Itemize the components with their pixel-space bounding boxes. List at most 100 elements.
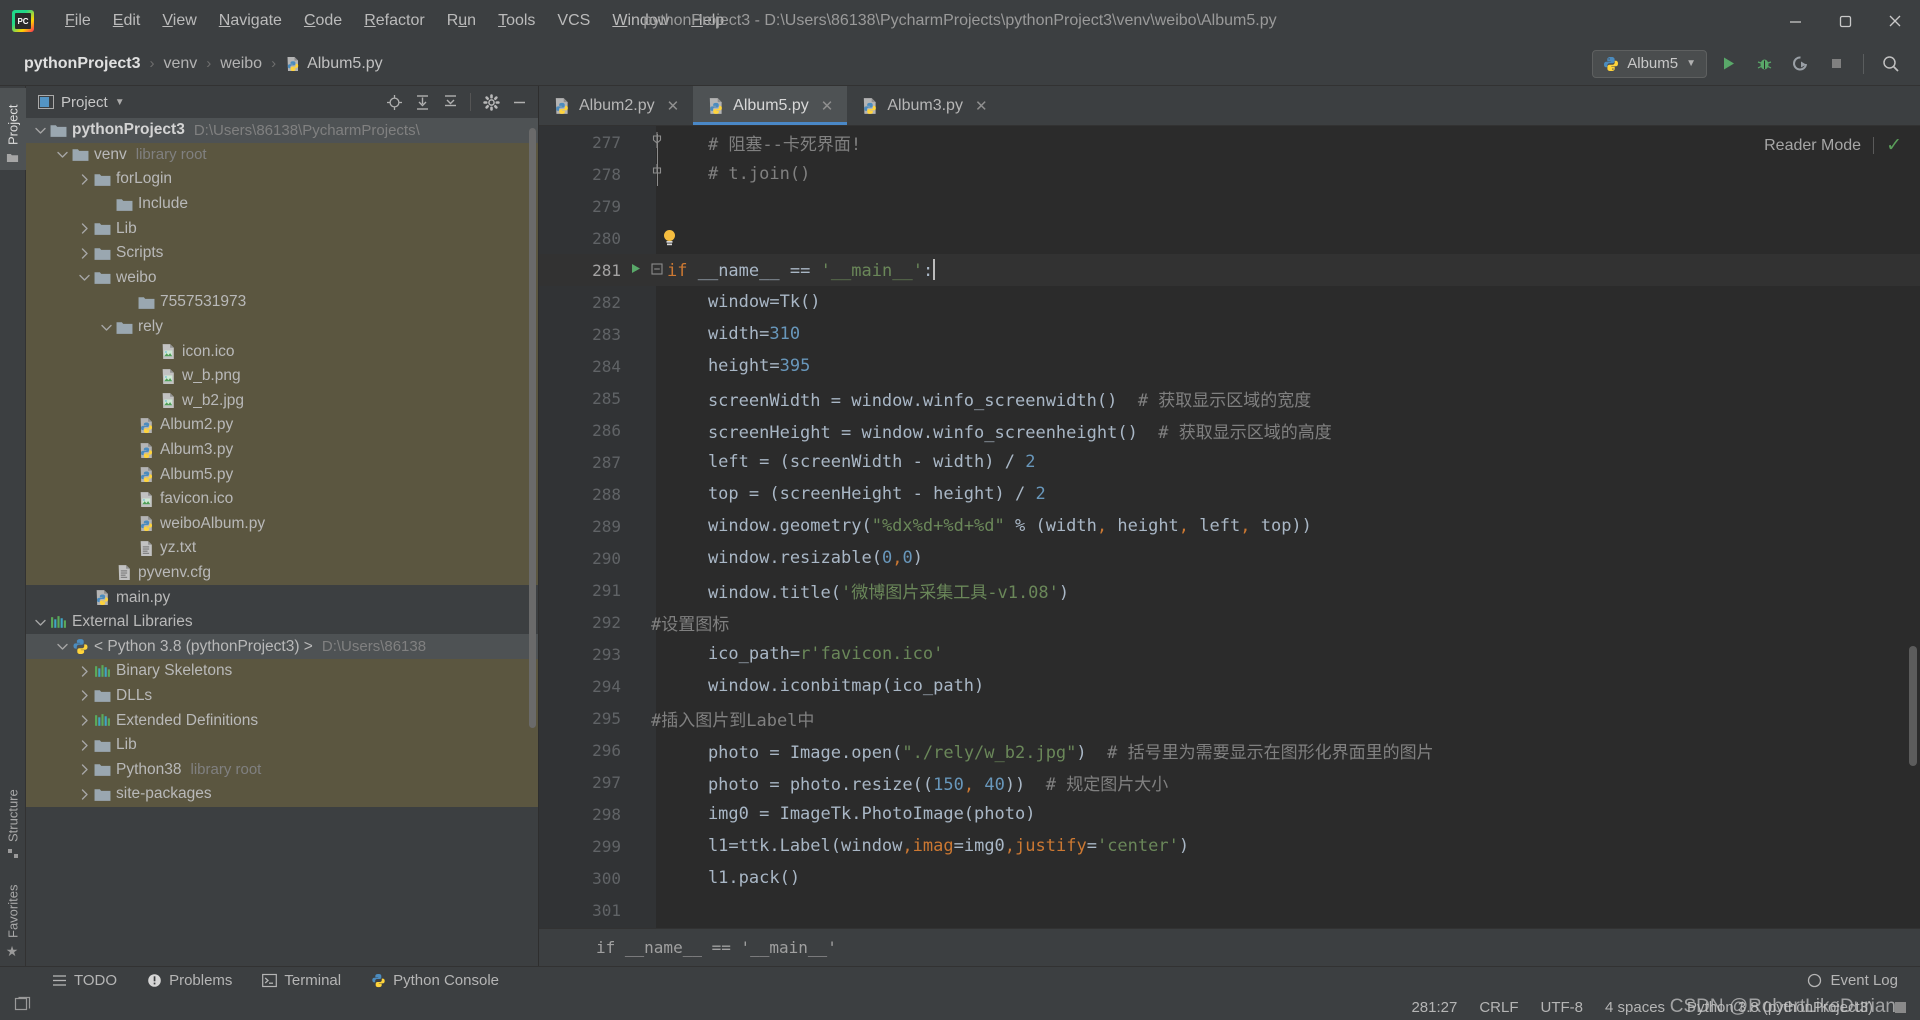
tree-node[interactable]: Album2.py <box>26 413 538 438</box>
chevron-right-icon[interactable] <box>78 788 91 801</box>
close-icon[interactable]: ✕ <box>667 97 680 115</box>
code-line[interactable]: 285 screenWidth = window.winfo_screenwid… <box>539 382 1920 414</box>
line-separator[interactable]: CRLF <box>1479 999 1518 1016</box>
tool-tab-project[interactable]: Project <box>0 88 26 170</box>
run-line-gutter-icon[interactable] <box>627 260 643 280</box>
code-line[interactable]: 291 window.title('微博图片采集工具-v1.08') <box>539 574 1920 606</box>
tree-node[interactable]: < Python 3.8 (pythonProject3) > D:\Users\… <box>26 634 538 660</box>
code-line[interactable]: 290 window.resizable(0,0) <box>539 542 1920 574</box>
caret-position[interactable]: 281:27 <box>1411 999 1457 1016</box>
menu-item-refactor[interactable]: Refactor <box>353 8 435 34</box>
menu-item-run[interactable]: Run <box>436 8 487 34</box>
minimize-button[interactable] <box>1770 0 1820 42</box>
project-panel-title[interactable]: Project ▼ <box>38 94 125 111</box>
tree-node[interactable]: venv library root <box>26 142 538 168</box>
tree-node[interactable]: Python38 library root <box>26 757 538 783</box>
tree-node[interactable]: pyvenv.cfg <box>26 560 538 586</box>
chevron-down-icon[interactable] <box>56 640 69 653</box>
code-line[interactable]: 277 # 阻塞--卡死界面! <box>539 126 1920 158</box>
hide-panel-icon[interactable] <box>506 89 532 115</box>
tool-window-todo[interactable]: TODO <box>48 970 121 991</box>
tool-tab-structure[interactable]: Structure <box>0 770 26 866</box>
tree-node[interactable]: DLLs <box>26 683 538 709</box>
tree-node[interactable]: favicon.ico <box>26 486 538 512</box>
code-line[interactable]: 282 window=Tk() <box>539 286 1920 318</box>
close-icon[interactable]: ✕ <box>821 97 834 115</box>
code-line[interactable]: 296 photo = Image.open("./rely/w_b2.jpg"… <box>539 734 1920 766</box>
file-encoding[interactable]: UTF-8 <box>1541 999 1584 1016</box>
editor-tab-album5-py[interactable]: Album5.py ✕ <box>693 86 848 125</box>
intention-bulb-icon[interactable] <box>661 228 678 248</box>
breadcrumb-item-file[interactable]: Album5.py <box>285 55 383 73</box>
close-button[interactable] <box>1870 0 1920 42</box>
open-tool-windows-icon[interactable] <box>14 996 31 1018</box>
menu-item-file[interactable]: File <box>54 8 102 34</box>
code-line[interactable]: 289 window.geometry("%dx%d+%d+%d" % (wid… <box>539 510 1920 542</box>
code-line[interactable]: 287 left = (screenWidth - width) / 2 <box>539 446 1920 478</box>
indent-setting[interactable]: 4 spaces <box>1605 999 1665 1016</box>
tree-node[interactable]: 7557531973 <box>26 290 538 315</box>
code-editor[interactable]: 277 # 阻塞--卡死界面! 278 # t.join() 279 280 281 if… <box>539 126 1920 966</box>
breadcrumb-item-venv[interactable]: venv <box>163 55 197 73</box>
search-everywhere-icon[interactable] <box>1876 49 1906 79</box>
editor-vertical-scroll-thumb[interactable] <box>1909 646 1917 766</box>
run-configuration-selector[interactable]: Album5 ▼ <box>1592 49 1707 78</box>
code-line[interactable]: 284 height=395 <box>539 350 1920 382</box>
editor-tab-album3-py[interactable]: Album3.py ✕ <box>847 86 1002 125</box>
code-line[interactable]: 288 top = (screenHeight - height) / 2 <box>539 478 1920 510</box>
tree-node[interactable]: site-packages <box>26 782 538 807</box>
menu-item-help[interactable]: Help <box>680 8 735 34</box>
tree-node[interactable]: forLogin <box>26 167 538 192</box>
collapse-all-icon[interactable] <box>437 89 463 115</box>
chevron-right-icon[interactable] <box>78 222 91 235</box>
tree-node[interactable]: Extended Definitions <box>26 708 538 733</box>
chevron-right-icon[interactable] <box>78 739 91 752</box>
code-line[interactable]: 293 ico_path=r'favicon.ico' <box>539 638 1920 670</box>
breadcrumb-item-pythonproject3[interactable]: pythonProject3 <box>24 55 140 73</box>
tree-node[interactable]: w_b2.jpg <box>26 388 538 414</box>
chevron-right-icon[interactable] <box>78 173 91 186</box>
tree-node[interactable]: Lib <box>26 216 538 241</box>
tree-node[interactable]: weiboAlbum.py <box>26 511 538 537</box>
menu-item-vcs[interactable]: VCS <box>546 8 601 34</box>
editor-tab-album2-py[interactable]: Album2.py ✕ <box>539 86 694 125</box>
python-interpreter[interactable]: Python 3.8 (pythonProject3) <box>1687 999 1873 1016</box>
tree-node[interactable]: Lib <box>26 732 538 758</box>
code-content[interactable]: 277 # 阻塞--卡死界面! 278 # t.join() 279 280 281 if… <box>539 126 1920 966</box>
tree-node[interactable]: main.py <box>26 585 538 610</box>
chevron-down-icon[interactable] <box>56 148 69 161</box>
tree-node[interactable]: weibo <box>26 265 538 291</box>
chevron-down-icon[interactable] <box>34 616 47 629</box>
code-line[interactable]: 292 #设置图标 <box>539 606 1920 638</box>
code-line[interactable]: 280 <box>539 222 1920 254</box>
tree-node[interactable]: pythonProject3 D:\Users\86138\PycharmProj… <box>26 118 538 143</box>
code-line[interactable]: 301 <box>539 894 1920 926</box>
menu-item-edit[interactable]: Edit <box>102 8 152 34</box>
locate-icon[interactable] <box>381 89 407 115</box>
project-tree-scrollbar[interactable] <box>529 128 536 728</box>
tool-window-problems[interactable]: Problems <box>143 970 236 991</box>
tree-node[interactable]: Album3.py <box>26 437 538 463</box>
tree-node[interactable]: rely <box>26 314 538 340</box>
tree-node[interactable]: icon.ico <box>26 339 538 364</box>
chevron-right-icon[interactable] <box>78 689 91 702</box>
chevron-down-icon[interactable] <box>34 124 47 137</box>
code-line[interactable]: 283 width=310 <box>539 318 1920 350</box>
tool-window-terminal[interactable]: Terminal <box>258 970 345 991</box>
code-line[interactable]: 300 l1.pack() <box>539 862 1920 894</box>
tree-node[interactable]: Scripts <box>26 240 538 266</box>
chevron-right-icon[interactable] <box>78 714 91 727</box>
menu-item-view[interactable]: View <box>151 8 207 34</box>
tree-node[interactable]: w_b.png <box>26 363 538 389</box>
code-line[interactable]: 286 screenHeight = window.winfo_screenhe… <box>539 414 1920 446</box>
stop-button[interactable] <box>1821 49 1851 79</box>
run-with-coverage-button[interactable] <box>1785 49 1815 79</box>
tool-window-python-console[interactable]: Python Console <box>367 970 503 991</box>
menu-item-navigate[interactable]: Navigate <box>208 8 293 34</box>
inspection-check-icon[interactable]: ✓ <box>1886 134 1902 157</box>
tool-tab-favorites[interactable]: ★ Favorites <box>0 870 26 966</box>
event-log-button[interactable]: Event Log <box>1807 972 1898 989</box>
project-tree[interactable]: pythonProject3 D:\Users\86138\PycharmProj… <box>26 118 538 966</box>
code-line[interactable]: 295 #插入图片到Label中 <box>539 702 1920 734</box>
expand-all-icon[interactable] <box>409 89 435 115</box>
